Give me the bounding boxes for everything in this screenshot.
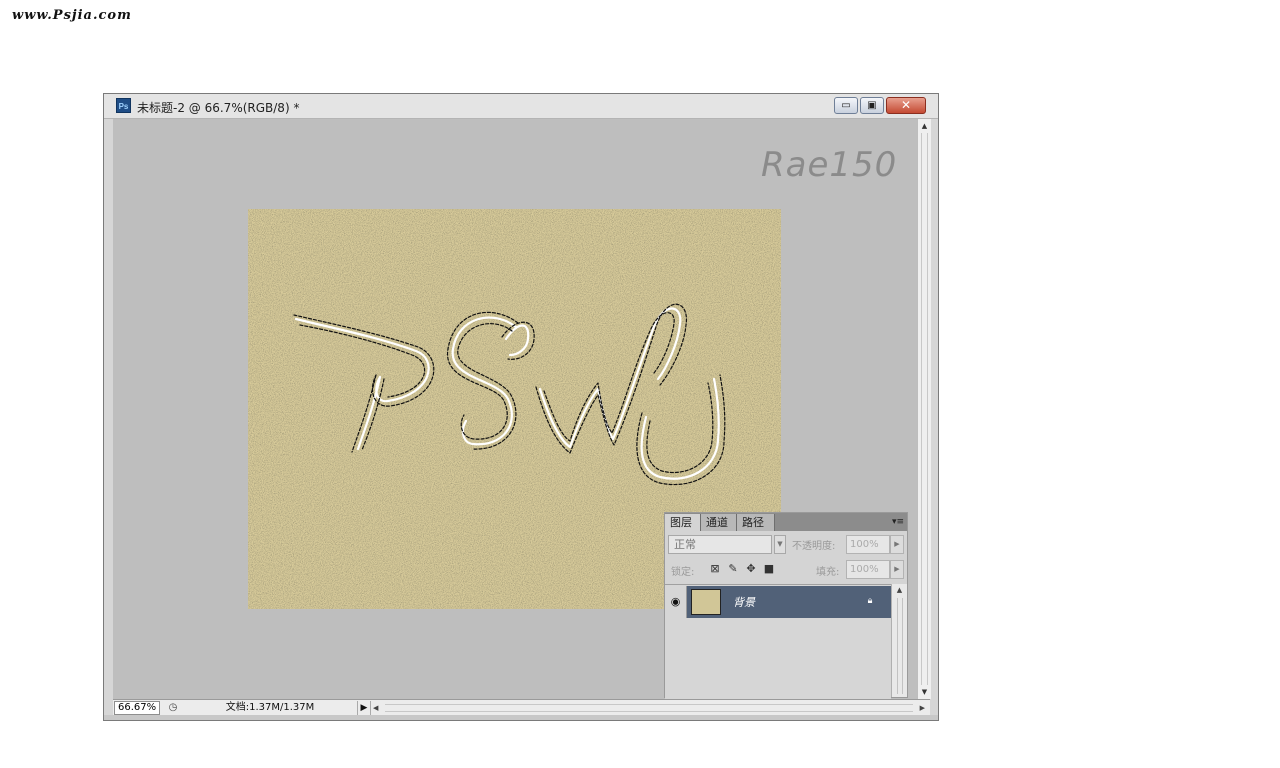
status-menu-arrow-icon[interactable]: ▶ bbox=[357, 701, 371, 715]
layers-list: ◉ 背景 🔒︎ bbox=[665, 584, 891, 699]
close-icon: ✕ bbox=[900, 98, 912, 112]
blend-mode-select[interactable]: 正常 bbox=[668, 535, 772, 554]
document-title: 未标题-2 @ 66.7%(RGB/8) * bbox=[137, 101, 300, 115]
tab-channels[interactable]: 通道 bbox=[701, 514, 737, 531]
minimize-icon: ▭ bbox=[841, 100, 851, 111]
horizontal-scroll-track[interactable] bbox=[385, 704, 913, 712]
fill-label: 填充: bbox=[816, 567, 840, 578]
minimize-button[interactable]: ▭ bbox=[834, 97, 858, 114]
lock-icon: 🔒︎ bbox=[867, 596, 873, 606]
tab-paths[interactable]: 路径 bbox=[737, 514, 775, 531]
vertical-scrollbar[interactable]: ▲ ▼ bbox=[917, 119, 931, 699]
scroll-left-icon[interactable]: ◀ bbox=[373, 701, 378, 715]
fill-arrow-icon[interactable]: ▶ bbox=[890, 560, 904, 579]
opacity-arrow-icon[interactable]: ▶ bbox=[890, 535, 904, 554]
horizontal-scrollbar[interactable]: ◀ ▶ bbox=[371, 701, 927, 715]
site-watermark: www.Psjia.com bbox=[12, 8, 132, 23]
fill-field[interactable]: 100% bbox=[846, 560, 890, 579]
zoom-field[interactable]: 66.67% bbox=[114, 701, 160, 715]
scroll-right-icon[interactable]: ▶ bbox=[920, 701, 925, 715]
panel-scroll-track[interactable] bbox=[897, 598, 903, 694]
opacity-field[interactable]: 100% bbox=[846, 535, 890, 554]
scroll-up-icon[interactable]: ▲ bbox=[919, 120, 930, 132]
close-button[interactable]: ✕ bbox=[886, 97, 926, 114]
panel-scrollbar[interactable]: ▲ bbox=[891, 584, 907, 697]
scroll-track[interactable] bbox=[921, 133, 928, 685]
opacity-label: 不透明度: bbox=[792, 541, 836, 552]
layer-name: 背景 bbox=[733, 596, 755, 609]
lock-label: 锁定: bbox=[671, 567, 695, 578]
tab-layers[interactable]: 图层 bbox=[665, 514, 701, 531]
scroll-down-icon[interactable]: ▼ bbox=[919, 686, 930, 698]
layer-row[interactable]: ◉ 背景 🔒︎ bbox=[665, 586, 891, 618]
clock-icon[interactable]: ◷ bbox=[166, 701, 180, 715]
eye-icon[interactable]: ◉ bbox=[665, 586, 687, 618]
document-info[interactable]: 文档:1.37M/1.37M bbox=[185, 701, 355, 715]
brush-lock-icon[interactable]: ✎ bbox=[726, 562, 740, 576]
padlock-icon[interactable]: ■ bbox=[762, 562, 776, 576]
maximize-icon: ▣ bbox=[867, 100, 877, 111]
photoshop-icon: Ps bbox=[116, 98, 131, 113]
chevron-down-icon[interactable]: ▼ bbox=[774, 535, 786, 554]
window-bottom-edge bbox=[104, 715, 938, 720]
lock-row: 锁定: ⊠ ✎ ✥ ■ 填充: 100% ▶ bbox=[668, 560, 904, 580]
status-bar: 66.67% ◷ 文档:1.37M/1.37M ▶ ◀ ▶ bbox=[113, 699, 930, 716]
transparency-lock-icon[interactable]: ⊠ bbox=[708, 562, 722, 576]
move-lock-icon[interactable]: ✥ bbox=[744, 562, 758, 576]
panel-scroll-up-icon[interactable]: ▲ bbox=[892, 586, 907, 594]
title-bar[interactable]: Ps 未标题-2 @ 66.7%(RGB/8) * ▭ ▣ ✕ bbox=[104, 94, 938, 119]
layers-panel: 图层 通道 路径 ▾≡ 正常 ▼ 不透明度: 100% ▶ 锁定: ⊠ ✎ ✥ … bbox=[664, 512, 908, 699]
author-watermark: Rae150 bbox=[761, 145, 898, 185]
panel-tabs: 图层 通道 路径 ▾≡ bbox=[665, 513, 907, 531]
panel-menu-icon[interactable]: ▾≡ bbox=[892, 515, 904, 529]
layer-thumbnail bbox=[691, 589, 721, 615]
blend-row: 正常 ▼ 不透明度: 100% ▶ bbox=[668, 535, 904, 555]
maximize-button[interactable]: ▣ bbox=[860, 97, 884, 114]
